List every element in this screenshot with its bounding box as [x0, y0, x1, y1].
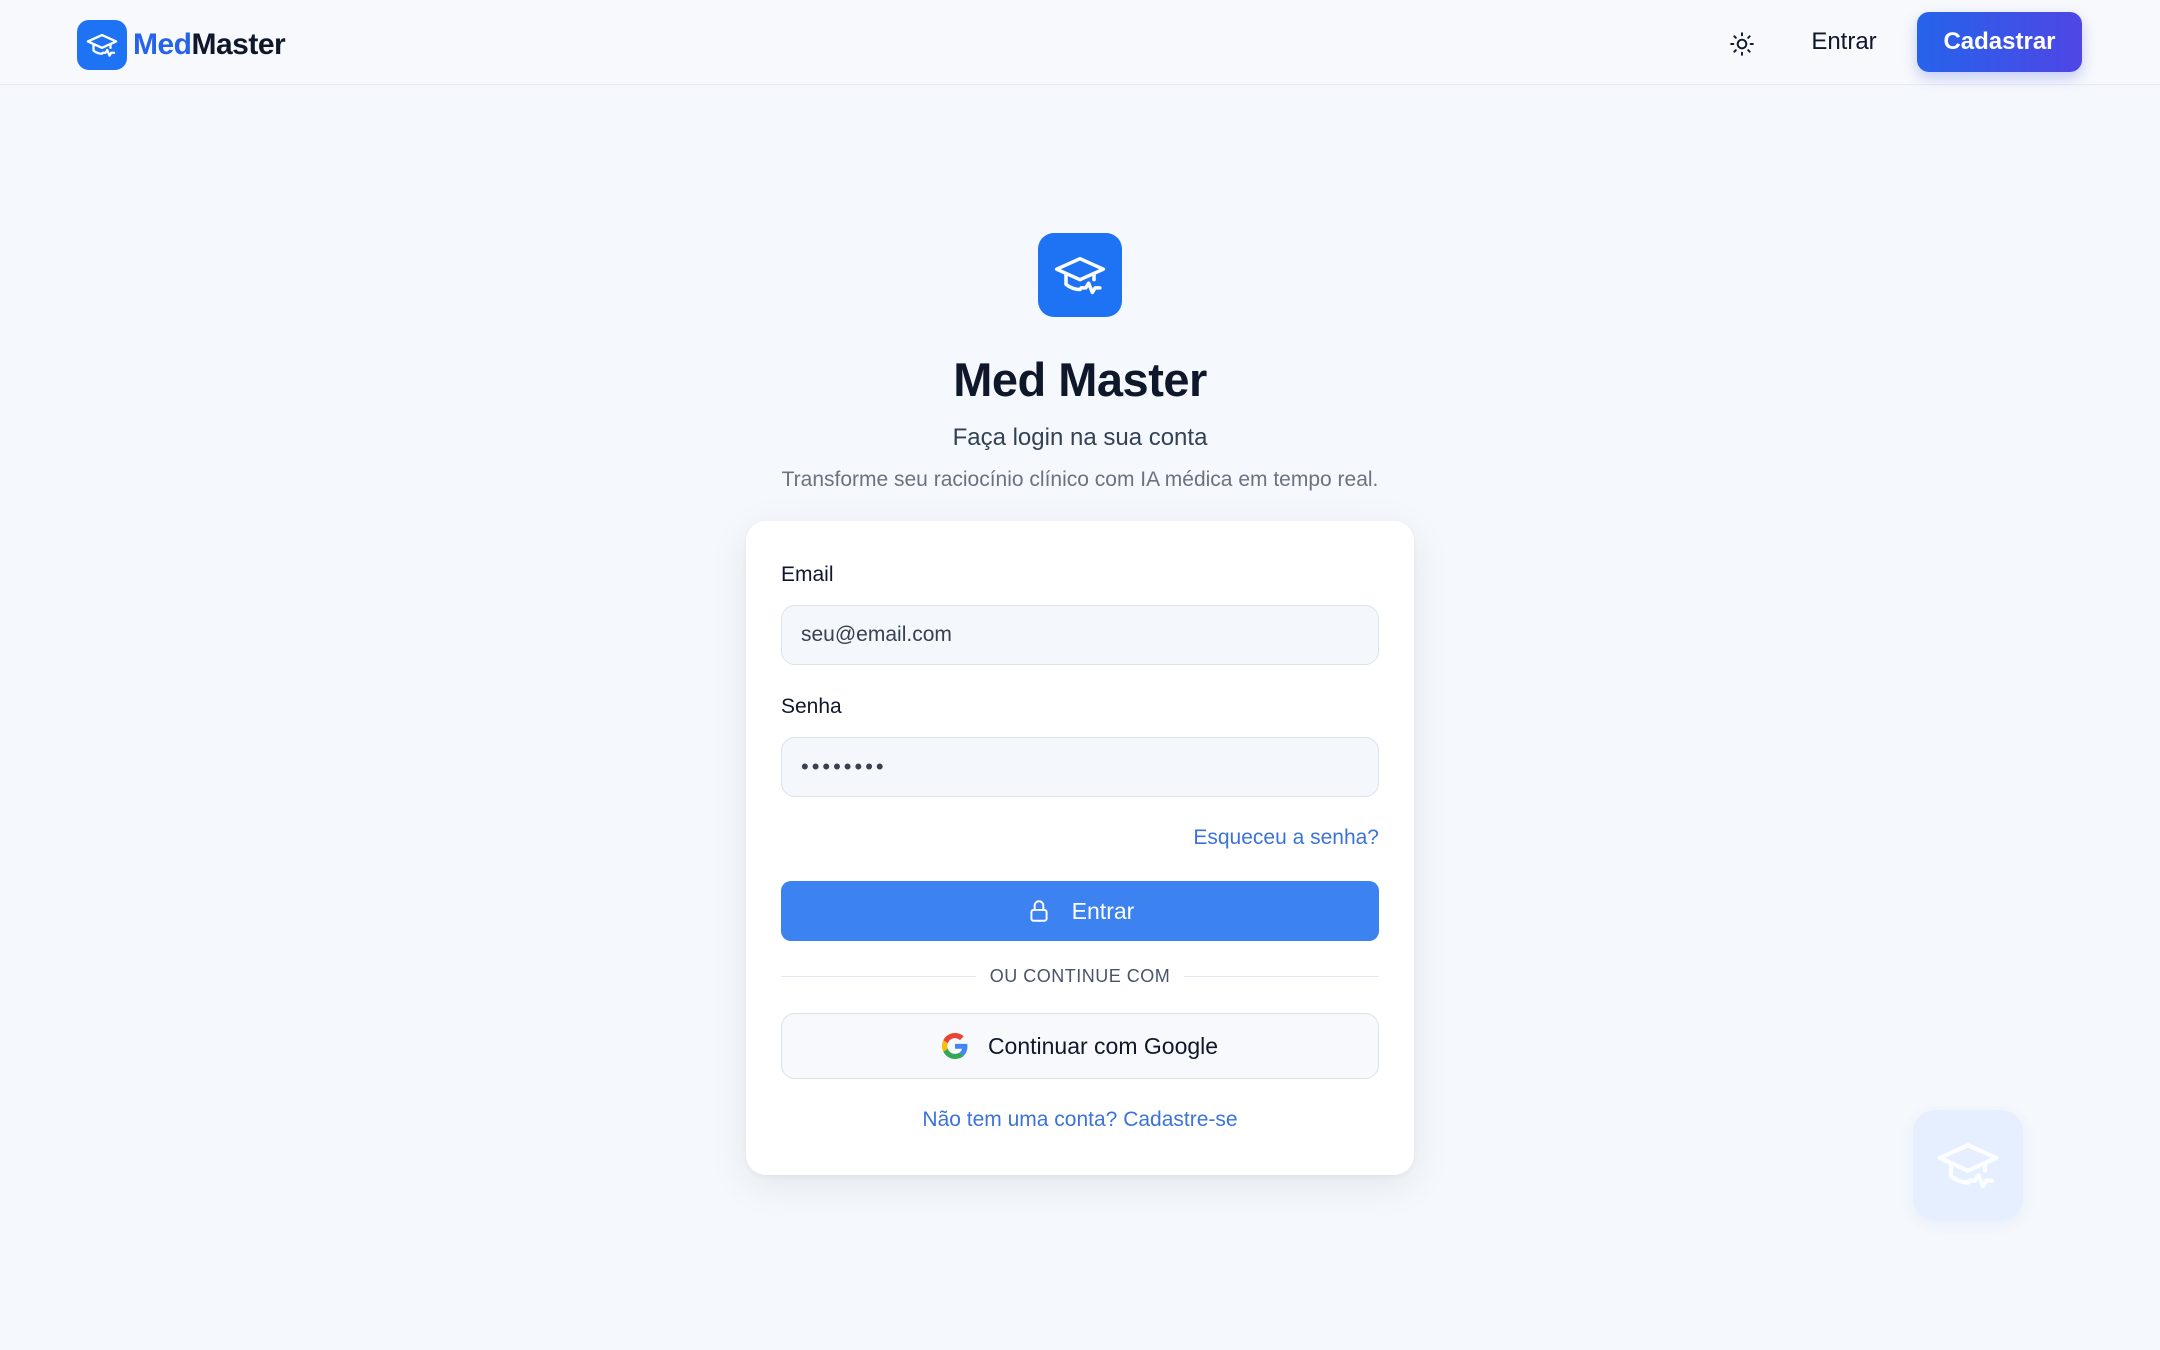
google-login-label: Continuar com Google — [987, 1032, 1219, 1059]
divider: OU CONTINUE COM — [781, 961, 1379, 991]
graduation-cap-logo-icon — [77, 20, 127, 70]
page-subtitle: Faça login na sua conta — [952, 424, 1208, 451]
login-submit-label: Entrar — [1071, 897, 1135, 924]
brand-name: MedMaster — [133, 28, 286, 62]
lock-icon — [1030, 900, 1048, 922]
brand-name-med: Med — [133, 28, 192, 61]
email-field[interactable]: seu@email.com — [781, 605, 1379, 665]
theme-toggle-button[interactable] — [1722, 24, 1762, 64]
divider-line-left — [781, 975, 976, 977]
login-card: Email seu@email.com Senha •••••••• Esque… — [746, 521, 1414, 1175]
password-label: Senha — [781, 695, 842, 718]
page-title: Med Master — [953, 353, 1207, 406]
brand[interactable]: MedMaster — [77, 20, 286, 70]
google-icon — [941, 1033, 968, 1059]
top-navbar: MedMaster Entrar Cadastrar — [0, 0, 2160, 85]
forgot-password-link[interactable]: Esqueceu a senha? — [1193, 826, 1379, 850]
email-label: Email — [781, 563, 834, 586]
brand-name-master: Master — [191, 28, 286, 61]
nav-login-button[interactable]: Entrar — [1790, 20, 1898, 64]
divider-line-right — [1184, 975, 1379, 977]
floating-graduation-cap-icon[interactable] — [1913, 1110, 2023, 1220]
password-field[interactable]: •••••••• — [781, 737, 1379, 797]
nav-signup-button[interactable]: Cadastrar — [1917, 12, 2082, 72]
google-login-button[interactable]: Continuar com Google — [781, 1013, 1379, 1079]
signup-link[interactable]: Não tem uma conta? Cadastre-se — [746, 1108, 1414, 1132]
page-tagline: Transforme seu raciocínio clínico com IA… — [781, 468, 1379, 491]
hero-logo-icon — [1038, 233, 1122, 317]
sun-icon — [1730, 32, 1754, 56]
divider-text: OU CONTINUE COM — [989, 965, 1171, 986]
login-submit-button[interactable]: Entrar — [781, 881, 1379, 941]
